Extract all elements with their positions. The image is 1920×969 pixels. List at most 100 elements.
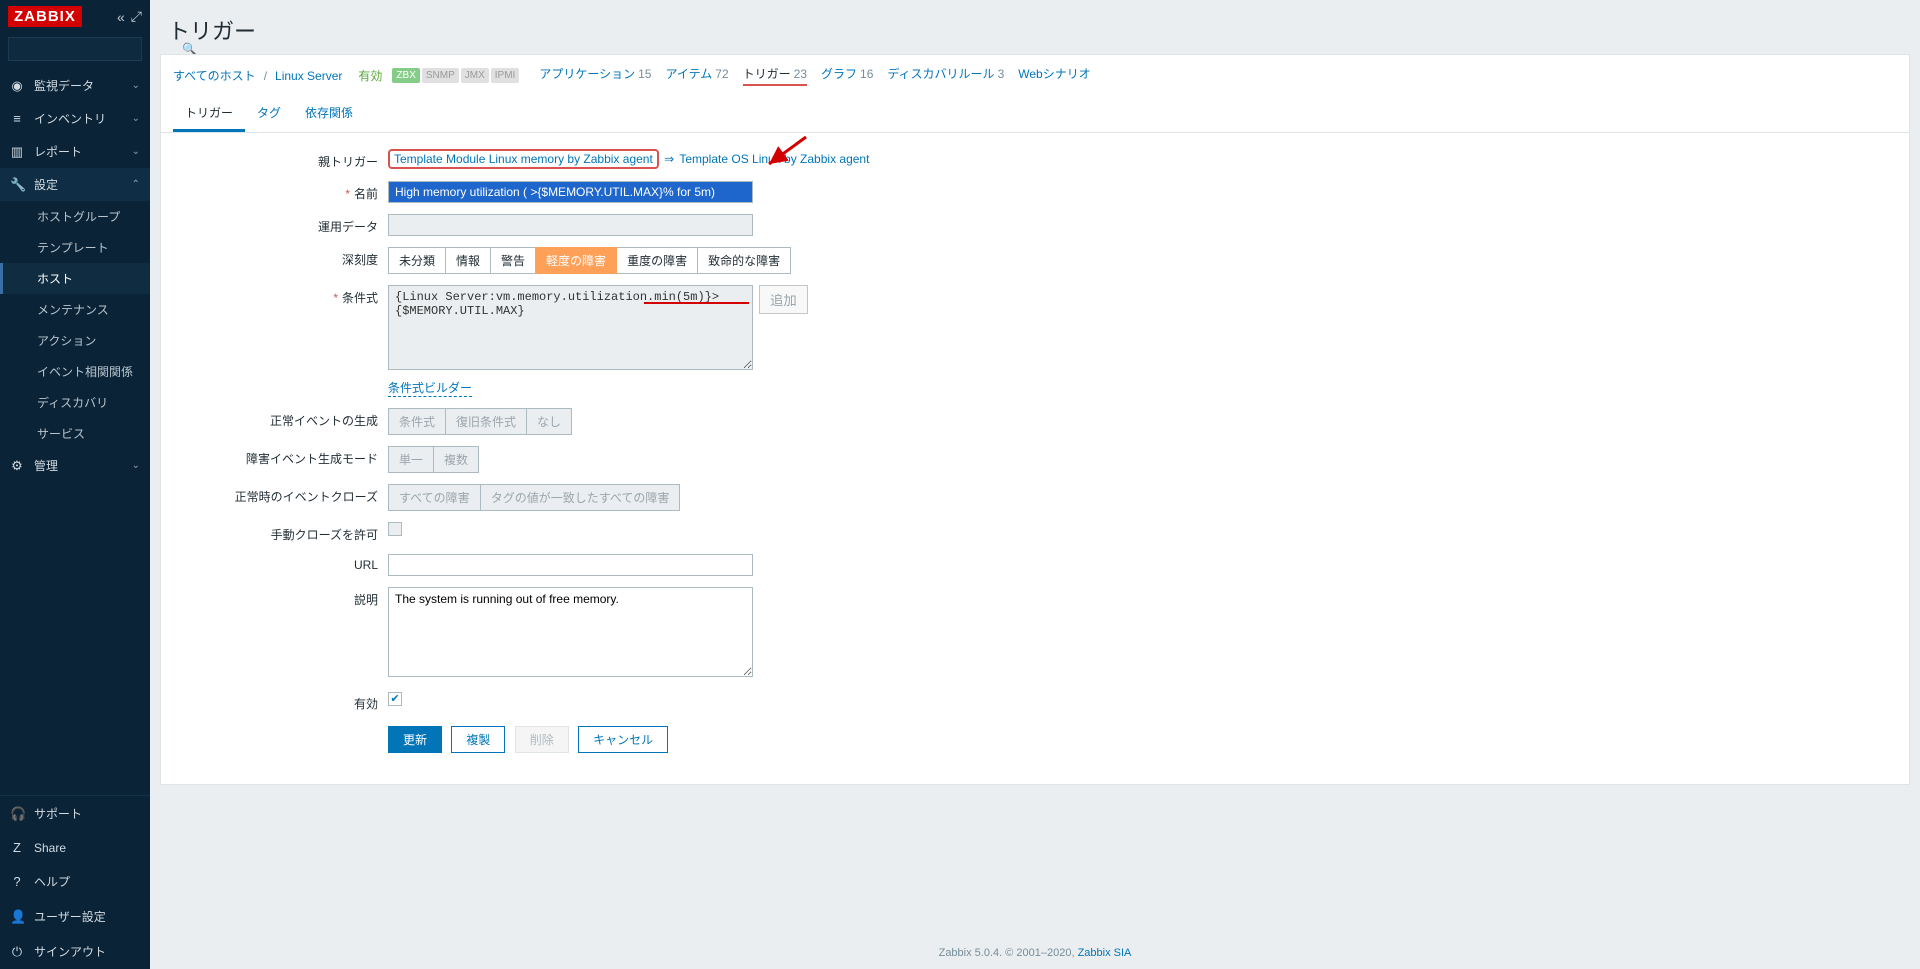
subnav-hosts[interactable]: ホスト [0, 263, 150, 294]
logo[interactable]: ZABBIX [8, 6, 82, 27]
expand-window-icon[interactable]: ⤢ [131, 8, 142, 25]
tab-trigger[interactable]: トリガー [173, 96, 245, 132]
ok-close-tag: タグの値が一致したすべての障害 [481, 484, 681, 511]
enabled-checkbox[interactable] [388, 692, 402, 706]
page-title: トリガー [150, 0, 1920, 54]
row-url: URL [173, 554, 1897, 576]
nav-config[interactable]: 🔧 設定 ⌃ [0, 168, 150, 201]
host-links: アプリケーション15 アイテム72 トリガー23 グラフ16 ディスカバリルール… [539, 65, 1093, 86]
tab-tags[interactable]: タグ [245, 96, 293, 132]
cancel-button[interactable]: キャンセル [578, 726, 668, 753]
ok-close-all: すべての障害 [388, 484, 481, 511]
manual-close-checkbox[interactable] [388, 522, 402, 536]
share-icon: Z [10, 840, 24, 855]
ok-event-expression: 条件式 [388, 408, 446, 435]
expression-textarea[interactable]: {Linux Server:vm.memory.utilization.min(… [388, 285, 753, 370]
url-input[interactable] [388, 554, 753, 576]
annotation-underline [644, 302, 749, 304]
update-button[interactable]: 更新 [388, 726, 442, 753]
subnav-discovery[interactable]: ディスカバリ [0, 387, 150, 418]
severity-warning[interactable]: 警告 [491, 247, 536, 274]
badge-zbx: ZBX [392, 68, 419, 83]
link-items[interactable]: アイテム72 [665, 65, 728, 86]
subnav-maintenance[interactable]: メンテナンス [0, 294, 150, 325]
chevron-down-icon: ⌄ [132, 146, 140, 157]
link-discovery[interactable]: ディスカバリルール3 [887, 65, 1004, 86]
ok-event-recovery: 復旧条件式 [446, 408, 527, 435]
nav-admin-label: 管理 [34, 457, 58, 474]
nav-reports[interactable]: ▥レポート ⌄ [0, 135, 150, 168]
footer-text: Zabbix 5.0.4. © 2001–2020, [939, 947, 1078, 959]
form-tabs: トリガー タグ 依存関係 [161, 96, 1909, 133]
subnav-services[interactable]: サービス [0, 418, 150, 449]
link-web[interactable]: Webシナリオ [1018, 65, 1093, 86]
severity-high[interactable]: 重度の障害 [617, 247, 698, 274]
logo-row: ZABBIX « ⤢ [0, 0, 150, 33]
chevron-down-icon: ⌄ [132, 113, 140, 124]
content-card: すべてのホスト / Linux Server 有効 ZBX SNMP JMX I… [160, 54, 1910, 785]
chevron-down-icon: ⌄ [132, 460, 140, 471]
global-search[interactable]: 🔍 [8, 37, 142, 61]
tab-deps[interactable]: 依存関係 [293, 96, 365, 132]
bottom-usersettings[interactable]: 👤ユーザー設定 [0, 899, 150, 934]
subnav-hostgroups[interactable]: ホストグループ [0, 201, 150, 232]
bottom-support[interactable]: 🎧 サポート [0, 796, 150, 831]
breadcrumb-allhosts[interactable]: すべてのホスト [173, 67, 256, 84]
bottom-share[interactable]: ZShare [0, 831, 150, 864]
description-textarea[interactable]: The system is running out of free memory… [388, 587, 753, 677]
badge-snmp: SNMP [422, 68, 459, 83]
chevron-up-icon: ⌃ [132, 179, 140, 190]
label-name: *名前 [173, 181, 388, 202]
breadcrumb-sep: / [260, 69, 271, 83]
nav-config-label: 設定 [34, 176, 58, 193]
footer-link[interactable]: Zabbix SIA [1078, 947, 1132, 959]
label-problem-mode: 障害イベント生成モード [173, 446, 388, 467]
link-applications[interactable]: アプリケーション15 [539, 65, 651, 86]
search-input[interactable] [9, 38, 176, 60]
severity-not-classified[interactable]: 未分類 [388, 247, 446, 274]
breadcrumb-host[interactable]: Linux Server [275, 69, 342, 83]
chevron-down-icon: ⌄ [132, 80, 140, 91]
label-description: 説明 [173, 587, 388, 608]
opdata-input[interactable] [388, 214, 753, 236]
wrench-icon: 🔧 [10, 177, 24, 193]
bottom-signout[interactable]: ⏻サインアウト [0, 934, 150, 969]
link-graphs[interactable]: グラフ16 [821, 65, 873, 86]
row-name: *名前 High memory utilization ( >{$MEMORY.… [173, 181, 1897, 203]
label-ok-event-gen: 正常イベントの生成 [173, 408, 388, 429]
subnav-templates[interactable]: テンプレート [0, 232, 150, 263]
parent-trigger-1-link[interactable]: Template Module Linux memory by Zabbix a… [394, 152, 653, 166]
subnav-eventcorrelation[interactable]: イベント相関関係 [0, 356, 150, 387]
parent-trigger-2-link[interactable]: Template OS Linux by Zabbix agent [679, 152, 869, 166]
row-expression: *条件式 {Linux Server:vm.memory.utilization… [173, 285, 1897, 397]
headset-icon: 🎧 [10, 806, 24, 822]
severity-information[interactable]: 情報 [446, 247, 491, 274]
link-triggers[interactable]: トリガー23 [743, 65, 807, 86]
row-opdata: 運用データ [173, 214, 1897, 236]
bottom-help-label: ヘルプ [34, 873, 70, 890]
main-nav: ◉監視データ ⌄ ≡インベントリ ⌄ ▥レポート ⌄ 🔧 設定 ⌃ ホストグループ… [0, 69, 150, 795]
nav-admin[interactable]: ⚙ 管理 ⌄ [0, 449, 150, 482]
severity-average[interactable]: 軽度の障害 [536, 247, 617, 274]
label-enabled: 有効 [173, 691, 388, 712]
row-parent-triggers: 親トリガー Template Module Linux memory by Za… [173, 149, 1897, 170]
bottom-support-label: サポート [34, 805, 82, 822]
bottom-help[interactable]: ?ヘルプ [0, 864, 150, 899]
severity-disaster[interactable]: 致命的な障害 [698, 247, 791, 274]
label-parent-triggers: 親トリガー [173, 149, 388, 170]
nav-reports-label: レポート [34, 143, 82, 160]
nav-inventory-label: インベントリ [34, 110, 106, 127]
row-description: 説明 The system is running out of free mem… [173, 587, 1897, 680]
gear-icon: ⚙ [10, 458, 24, 474]
row-ok-event-gen: 正常イベントの生成 条件式 復旧条件式 なし [173, 408, 1897, 435]
ok-event-none: なし [527, 408, 572, 435]
collapse-sidebar-icon[interactable]: « [117, 9, 125, 25]
subnav-actions[interactable]: アクション [0, 325, 150, 356]
problem-mode-multiple: 複数 [434, 446, 479, 473]
parent-trigger-1-highlight: Template Module Linux memory by Zabbix a… [388, 149, 659, 169]
clone-button[interactable]: 複製 [451, 726, 505, 753]
nav-inventory[interactable]: ≡インベントリ ⌄ [0, 102, 150, 135]
expression-builder-link[interactable]: 条件式ビルダー [388, 379, 472, 397]
nav-monitoring[interactable]: ◉監視データ ⌄ [0, 69, 150, 102]
name-input[interactable] [388, 181, 753, 203]
